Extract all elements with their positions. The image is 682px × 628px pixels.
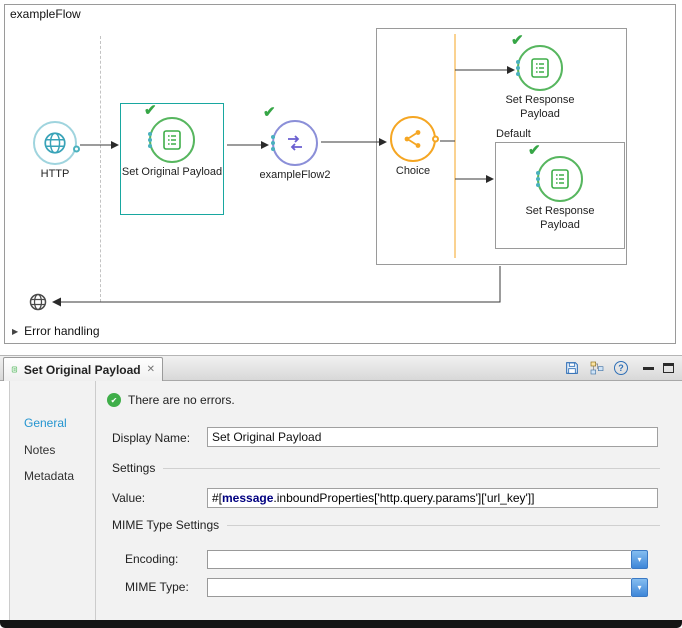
input-port-dots bbox=[536, 177, 540, 181]
value-label: Value: bbox=[112, 491, 145, 505]
encoding-combo-field[interactable] bbox=[207, 550, 631, 569]
encoding-label: Encoding: bbox=[125, 552, 178, 566]
expression-suffix: .inboundProperties['http.query.params'][… bbox=[273, 491, 534, 505]
http-node-circle[interactable] bbox=[33, 121, 77, 165]
node-set-original-payload[interactable]: Set Original Payload bbox=[120, 117, 224, 180]
nav-notes[interactable]: Notes bbox=[24, 443, 55, 457]
nav-divider bbox=[95, 381, 96, 620]
choice-output-port bbox=[432, 136, 439, 143]
node-label: Set Response Payload bbox=[500, 94, 580, 122]
node-choice[interactable]: Choice bbox=[385, 116, 441, 179]
status-text: There are no errors. bbox=[128, 393, 235, 407]
globe-icon bbox=[42, 130, 68, 156]
choice-branch-icon bbox=[401, 127, 425, 151]
nav-general[interactable]: General bbox=[24, 416, 67, 430]
triangle-right-icon[interactable]: ▶ bbox=[12, 327, 18, 336]
return-globe-icon bbox=[28, 292, 48, 312]
expression-prefix: #[ bbox=[212, 491, 222, 505]
set-payload-node-circle[interactable] bbox=[149, 117, 195, 163]
window-bottom-edge bbox=[0, 620, 682, 628]
input-port-dots bbox=[516, 66, 520, 70]
check-icon: ✔ bbox=[528, 141, 541, 159]
outline-icon[interactable] bbox=[589, 360, 605, 376]
mime-type-label: MIME Type: bbox=[125, 580, 189, 594]
node-label: Set Original Payload bbox=[120, 166, 224, 180]
mime-type-combo[interactable]: ▾ bbox=[207, 578, 648, 597]
help-icon[interactable]: ? bbox=[614, 361, 628, 375]
check-icon: ✔ bbox=[263, 103, 276, 121]
properties-panel: General Notes Metadata ✔ There are no er… bbox=[0, 381, 682, 620]
set-payload-node-circle[interactable] bbox=[517, 45, 563, 91]
settings-header-label: Settings bbox=[112, 461, 155, 475]
tab-set-original-payload[interactable]: Set Original Payload ✕ bbox=[3, 357, 163, 381]
section-rule bbox=[227, 525, 660, 526]
set-payload-node-circle[interactable] bbox=[537, 156, 583, 202]
error-handling-label: Error handling bbox=[24, 324, 99, 338]
maximize-icon[interactable] bbox=[663, 363, 674, 373]
node-label: Choice bbox=[385, 165, 441, 179]
node-set-response-default[interactable]: Set Response Payload bbox=[515, 156, 605, 233]
encoding-combo[interactable]: ▾ bbox=[207, 550, 648, 569]
chevron-down-icon[interactable]: ▾ bbox=[631, 550, 648, 569]
status-row: ✔ There are no errors. bbox=[107, 393, 235, 407]
panel-toolbar: ? bbox=[564, 358, 674, 378]
value-expression-input[interactable]: #[message.inboundProperties['http.query.… bbox=[207, 488, 658, 508]
node-label: exampleFlow2 bbox=[253, 169, 337, 183]
node-label: HTTP bbox=[20, 168, 90, 182]
status-ok-icon: ✔ bbox=[107, 393, 121, 407]
payload-list-icon bbox=[528, 56, 552, 80]
choice-node-circle[interactable] bbox=[390, 116, 436, 162]
flow-canvas: exampleFlow Default HTTP Set Original Pa… bbox=[0, 0, 682, 355]
error-handling-toggle[interactable]: ▶ Error handling bbox=[12, 324, 100, 338]
node-exampleflow2[interactable]: exampleFlow2 bbox=[253, 120, 337, 183]
close-icon[interactable]: ✕ bbox=[147, 364, 155, 375]
expression-keyword: message bbox=[222, 491, 273, 505]
http-output-port bbox=[73, 145, 80, 152]
display-name-input[interactable] bbox=[207, 427, 658, 447]
node-set-response-top[interactable]: Set Response Payload bbox=[500, 45, 580, 122]
mime-header-label: MIME Type Settings bbox=[112, 518, 219, 532]
check-icon: ✔ bbox=[511, 31, 524, 49]
save-icon[interactable] bbox=[564, 360, 580, 376]
default-branch-label: Default bbox=[496, 128, 531, 140]
minimize-icon[interactable] bbox=[643, 367, 654, 370]
payload-list-icon bbox=[160, 128, 184, 152]
section-rule bbox=[163, 468, 660, 469]
payload-list-icon bbox=[11, 363, 18, 376]
check-icon: ✔ bbox=[144, 101, 157, 119]
input-port-dots bbox=[271, 141, 275, 145]
chevron-down-icon[interactable]: ▾ bbox=[631, 578, 648, 597]
settings-section-header: Settings bbox=[112, 461, 660, 475]
payload-list-icon bbox=[548, 167, 572, 191]
tab-label: Set Original Payload bbox=[24, 363, 141, 377]
flow-ref-icon bbox=[283, 131, 307, 155]
input-port-dots bbox=[148, 138, 152, 142]
display-name-label: Display Name: bbox=[112, 431, 190, 445]
panel-left-gutter bbox=[0, 381, 10, 620]
mime-section-header: MIME Type Settings bbox=[112, 518, 660, 532]
flow-ref-node-circle[interactable] bbox=[272, 120, 318, 166]
mime-type-combo-field[interactable] bbox=[207, 578, 631, 597]
flow-title: exampleFlow bbox=[10, 7, 81, 21]
nav-metadata[interactable]: Metadata bbox=[24, 469, 74, 483]
node-http[interactable]: HTTP bbox=[20, 121, 90, 182]
source-process-separator bbox=[100, 36, 101, 302]
node-label: Set Response Payload bbox=[515, 205, 605, 233]
